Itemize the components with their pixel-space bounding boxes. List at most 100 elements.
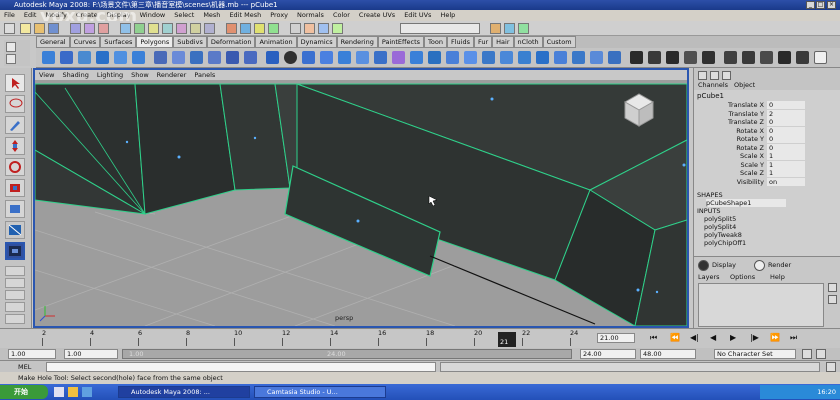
shelf-tab-custom[interactable]: Custom (542, 36, 576, 48)
play-backwards-icon[interactable]: ◀ (710, 333, 716, 342)
boolean-difference-icon[interactable] (226, 51, 239, 64)
menu-select[interactable]: Select (174, 10, 194, 21)
script-editor-icon[interactable] (826, 362, 836, 372)
start-range-field[interactable]: 1.00 (64, 349, 118, 359)
vp-menu-view[interactable]: View (39, 70, 54, 80)
wedge-face-icon[interactable] (590, 51, 603, 64)
poly-torus-icon[interactable] (132, 51, 145, 64)
channel-row[interactable]: Visibility on (694, 177, 840, 186)
single-view-layout-icon[interactable] (5, 266, 25, 276)
checker-texture-5-icon[interactable] (796, 51, 809, 64)
shelf-tab-rendering[interactable]: Rendering (336, 36, 378, 48)
menu-window[interactable]: Window (140, 10, 166, 21)
end-time-field[interactable]: 48.00 (640, 349, 696, 359)
make-hole-icon[interactable] (392, 51, 405, 64)
boolean-intersection-icon[interactable] (244, 51, 257, 64)
channel-row[interactable]: Scale X1 (694, 152, 840, 160)
menu-edit-uvs[interactable]: Edit UVs (404, 10, 431, 21)
channels-menu[interactable]: Channels (698, 81, 728, 89)
end-range-field[interactable]: 24.00 (580, 349, 636, 359)
vp-menu-renderer[interactable]: Renderer (157, 70, 187, 80)
step-back-key-icon[interactable]: ⏪ (670, 333, 680, 342)
persp-outliner-layout-icon[interactable] (5, 290, 25, 300)
step-forward-key-icon[interactable]: ⏩ (770, 333, 780, 342)
layers-menu[interactable]: Layers (698, 273, 720, 281)
taskbar-item-camtasia[interactable]: Camtasia Studio - U... (254, 386, 386, 398)
rotate-tool-icon[interactable] (5, 158, 25, 176)
shelf-tab-fur[interactable]: Fur (473, 36, 493, 48)
manipulator-tool-icon[interactable] (5, 200, 25, 218)
quick-selection-field[interactable] (400, 23, 480, 34)
select-hierarchy-icon[interactable] (70, 23, 81, 34)
current-time-field[interactable]: 21.00 (597, 333, 635, 343)
object-name[interactable]: pCube1 (697, 92, 724, 100)
auto-key-icon[interactable] (802, 349, 812, 359)
render-frame-icon[interactable] (304, 23, 315, 34)
go-to-start-icon[interactable]: ⏮ (650, 333, 657, 343)
menu-edit[interactable]: Edit (24, 10, 37, 21)
extrude-icon[interactable] (410, 51, 423, 64)
history-icon[interactable] (290, 23, 301, 34)
fill-hole-icon[interactable] (374, 51, 387, 64)
vp-menu-panels[interactable]: Panels (194, 70, 215, 80)
help-menu[interactable]: Help (770, 273, 785, 281)
mode-selector[interactable] (4, 23, 15, 34)
menu-help[interactable]: Help (440, 10, 455, 21)
channel-value[interactable]: 1 (767, 160, 805, 169)
extract-icon[interactable] (190, 51, 203, 64)
open-scene-icon[interactable] (34, 23, 45, 34)
channel-value[interactable]: 1 (767, 169, 805, 177)
shelf-tab-toon[interactable]: Toon (424, 36, 447, 48)
toggle-channel-box-icon[interactable] (490, 23, 501, 34)
menu-color[interactable]: Color (333, 10, 350, 21)
poly-cone-icon[interactable] (96, 51, 109, 64)
paint-select-tool-icon[interactable] (5, 116, 25, 134)
start-time-field[interactable]: 1.00 (8, 349, 56, 359)
start-button[interactable]: 开始 (0, 385, 48, 399)
mirror-geometry-icon[interactable] (266, 51, 279, 64)
collapse-icon[interactable] (554, 51, 567, 64)
layout-icon-3[interactable] (722, 71, 731, 80)
shelf-tab-deformation[interactable]: Deformation (206, 36, 256, 48)
step-back-frame-icon[interactable]: ◀| (690, 333, 699, 342)
cleanup-icon[interactable] (320, 51, 333, 64)
play-forwards-icon[interactable]: ▶ (730, 333, 736, 342)
vp-menu-show[interactable]: Show (131, 70, 149, 80)
move-tool-icon[interactable] (5, 137, 25, 155)
append-polygon-icon[interactable] (446, 51, 459, 64)
menu-file[interactable]: File (4, 10, 15, 21)
ipr-render-icon[interactable] (318, 23, 329, 34)
go-to-end-icon[interactable]: ⏭ (790, 333, 797, 343)
input-item[interactable]: polySplit4 (704, 223, 746, 231)
shelf-tab-surfaces[interactable]: Surfaces (100, 36, 137, 48)
lasso-tool-icon[interactable] (5, 95, 25, 113)
time-slider[interactable]: 2 4 6 8 10 12 14 16 18 20 22 24 21 21.00 ⏮ ⏪ ◀| ◀ ▶… (0, 328, 840, 348)
checker-texture-icon[interactable] (724, 51, 737, 64)
split-polygon-icon[interactable] (464, 51, 477, 64)
menu-normals[interactable]: Normals (297, 10, 324, 21)
shelf-editor-icon[interactable] (6, 54, 16, 64)
mask-deformations-icon[interactable] (176, 23, 187, 34)
menu-mesh[interactable]: Mesh (203, 10, 220, 21)
close-button[interactable]: × (827, 1, 836, 9)
range-slider-bar[interactable]: 1.00 24.00 (122, 349, 572, 359)
menu-proxy[interactable]: Proxy (270, 10, 288, 21)
render-radio[interactable] (754, 260, 765, 271)
quicklaunch-icon[interactable] (54, 387, 64, 397)
channel-value[interactable]: 0 (767, 118, 805, 126)
shelf-tabs-menu-icon[interactable] (6, 42, 16, 52)
new-scene-icon[interactable] (20, 23, 31, 34)
hypershade-layout-icon[interactable] (5, 314, 25, 324)
duplicate-face-icon[interactable] (608, 51, 621, 64)
snap-curve-icon[interactable] (240, 23, 251, 34)
channel-value[interactable]: 0 (767, 101, 805, 109)
input-item[interactable]: polyTweak8 (704, 231, 746, 239)
snap-grid-icon[interactable] (226, 23, 237, 34)
four-view-layout-icon[interactable] (5, 278, 25, 288)
channel-value[interactable]: 2 (767, 109, 805, 118)
layer-list[interactable] (698, 283, 824, 327)
vp-menu-shading[interactable]: Shading (62, 70, 88, 80)
poly-cylinder-icon[interactable] (78, 51, 91, 64)
mask-surfaces-icon[interactable] (162, 23, 173, 34)
channel-row[interactable]: Rotate X0 (694, 126, 840, 135)
